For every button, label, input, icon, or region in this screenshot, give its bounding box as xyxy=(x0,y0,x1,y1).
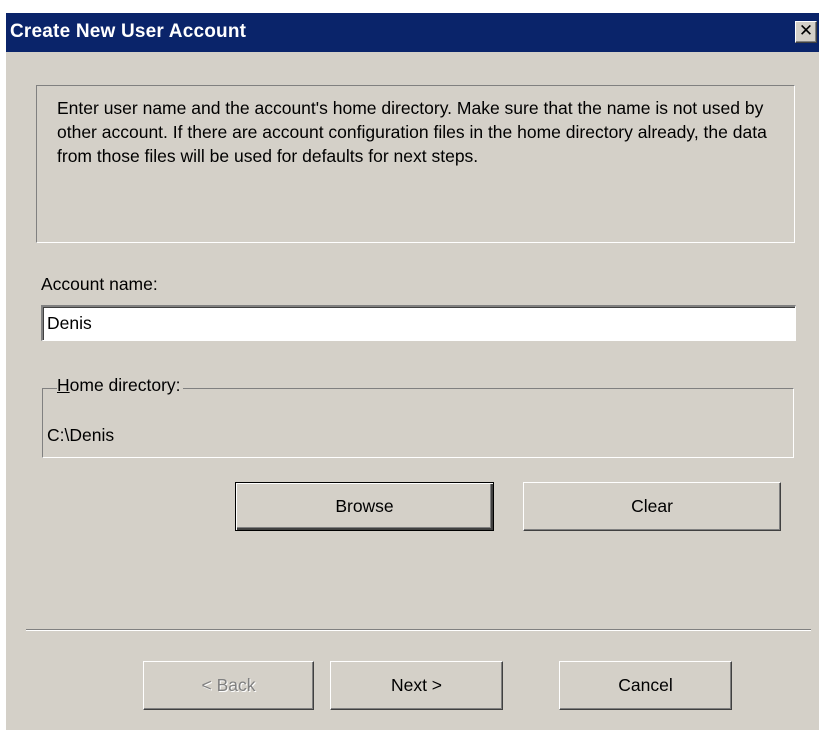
home-directory-label: Home directory: xyxy=(57,375,183,396)
title-bar[interactable]: Create New User Account ✕ xyxy=(6,13,819,52)
home-directory-label-rest: ome directory: xyxy=(69,375,181,395)
clear-button-label: Clear xyxy=(631,496,673,516)
next-button[interactable]: Next > xyxy=(330,661,503,710)
back-button-label: < Back xyxy=(201,675,256,695)
home-directory-value: C:\Denis xyxy=(47,425,115,445)
account-name-label: Account name: xyxy=(41,274,158,294)
close-button[interactable]: ✕ xyxy=(795,21,817,43)
dialog-title: Create New User Account xyxy=(10,21,247,42)
clear-button[interactable]: Clear xyxy=(523,482,781,531)
next-button-label: Next > xyxy=(390,675,443,695)
browse-button-label: Browse xyxy=(335,496,394,516)
home-directory-mnemonic: H xyxy=(57,375,70,395)
separator xyxy=(26,629,811,631)
account-name-input[interactable] xyxy=(41,305,796,341)
back-button[interactable]: < Back xyxy=(143,661,314,710)
browse-button[interactable]: Browse xyxy=(235,482,494,531)
instructions-panel: Enter user name and the account's home d… xyxy=(36,85,795,243)
cancel-button[interactable]: Cancel xyxy=(559,661,732,710)
close-icon: ✕ xyxy=(798,21,814,41)
cancel-button-label: Cancel xyxy=(618,675,673,695)
instructions-text: Enter user name and the account's home d… xyxy=(57,98,767,166)
create-user-dialog: Create New User Account ✕ Enter user nam… xyxy=(6,13,819,730)
home-directory-group: Home directory: C:\Denis xyxy=(42,375,794,458)
